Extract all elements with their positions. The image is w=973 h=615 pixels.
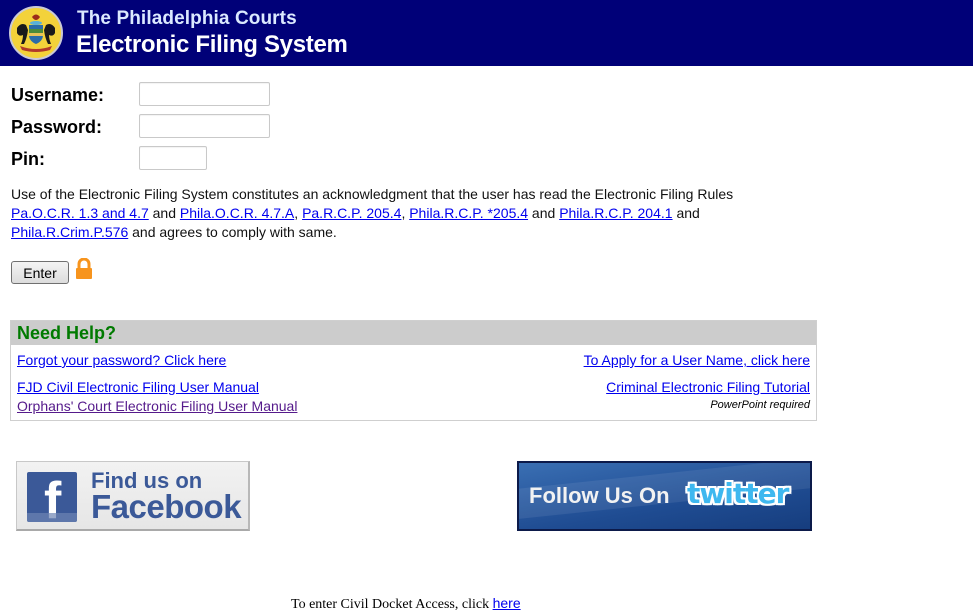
- rule-link-phila-ocr[interactable]: Phila.O.C.R. 4.7.A: [180, 205, 294, 221]
- civil-docket-link[interactable]: here: [493, 595, 521, 611]
- rule-link-pa-rcp[interactable]: Pa.R.C.P. 205.4: [302, 205, 401, 221]
- seal-icon: [9, 6, 63, 60]
- username-input[interactable]: [139, 82, 270, 106]
- rules-separator: and: [528, 205, 560, 221]
- rule-link-pa-ocr[interactable]: Pa.O.C.R. 1.3 and 4.7: [11, 205, 149, 221]
- header-subtitle: The Philadelphia Courts: [77, 8, 297, 29]
- rules-acknowledgment: Use of the Electronic Filing System cons…: [11, 185, 811, 242]
- rules-text-end: and agrees to comply with same.: [128, 224, 337, 240]
- padlock-icon: [75, 257, 93, 280]
- enter-button[interactable]: Enter: [11, 261, 69, 284]
- help-panel-header: Need Help?: [11, 321, 816, 345]
- rule-link-phila-rcp-205[interactable]: Phila.R.C.P. *205.4: [409, 205, 528, 221]
- facebook-icon-band: [27, 513, 77, 522]
- orphans-manual-link[interactable]: Orphans' Court Electronic Filing User Ma…: [17, 398, 297, 414]
- civil-docket-text: To enter Civil Docket Access, click: [291, 597, 493, 612]
- twitter-follow-text: Follow Us On: [529, 483, 670, 508]
- civil-manual-link[interactable]: FJD Civil Electronic Filing User Manual: [17, 379, 259, 395]
- civil-docket-footer: To enter Civil Docket Access, click here: [291, 595, 521, 613]
- criminal-tutorial-link[interactable]: Criminal Electronic Filing Tutorial: [606, 379, 810, 395]
- facebook-button[interactable]: f Find us on Facebook: [16, 461, 250, 531]
- rule-link-phila-rcp-204[interactable]: Phila.R.C.P. 204.1: [559, 205, 672, 221]
- twitter-button[interactable]: Follow Us On twitter: [517, 461, 812, 531]
- facebook-icon: f: [27, 472, 77, 522]
- rules-separator: and: [672, 205, 700, 221]
- pin-label: Pin:: [11, 149, 45, 169]
- twitter-logo-icon: twitter: [687, 477, 789, 510]
- password-label: Password:: [11, 117, 103, 137]
- facebook-line2: Facebook: [91, 488, 242, 525]
- rules-separator: ,: [294, 205, 303, 221]
- help-panel: Need Help? Forgot your password? Click h…: [10, 320, 817, 421]
- header-title: Electronic Filing System: [76, 31, 348, 58]
- password-input[interactable]: [139, 114, 270, 138]
- site-header: The Philadelphia Courts Electronic Filin…: [0, 0, 973, 66]
- rules-separator: and: [148, 205, 180, 221]
- rules-text: Use of the Electronic Filing System cons…: [11, 186, 734, 202]
- forgot-password-link[interactable]: Forgot your password? Click here: [17, 352, 226, 368]
- apply-username-link[interactable]: To Apply for a User Name, click here: [584, 352, 810, 368]
- username-label: Username:: [11, 85, 105, 105]
- rule-link-phila-rcrimp[interactable]: Phila.R.Crim.P.576: [11, 224, 128, 240]
- pin-input[interactable]: [139, 146, 207, 170]
- powerpoint-note: PowerPoint required: [710, 399, 810, 411]
- help-title: Need Help?: [17, 323, 117, 343]
